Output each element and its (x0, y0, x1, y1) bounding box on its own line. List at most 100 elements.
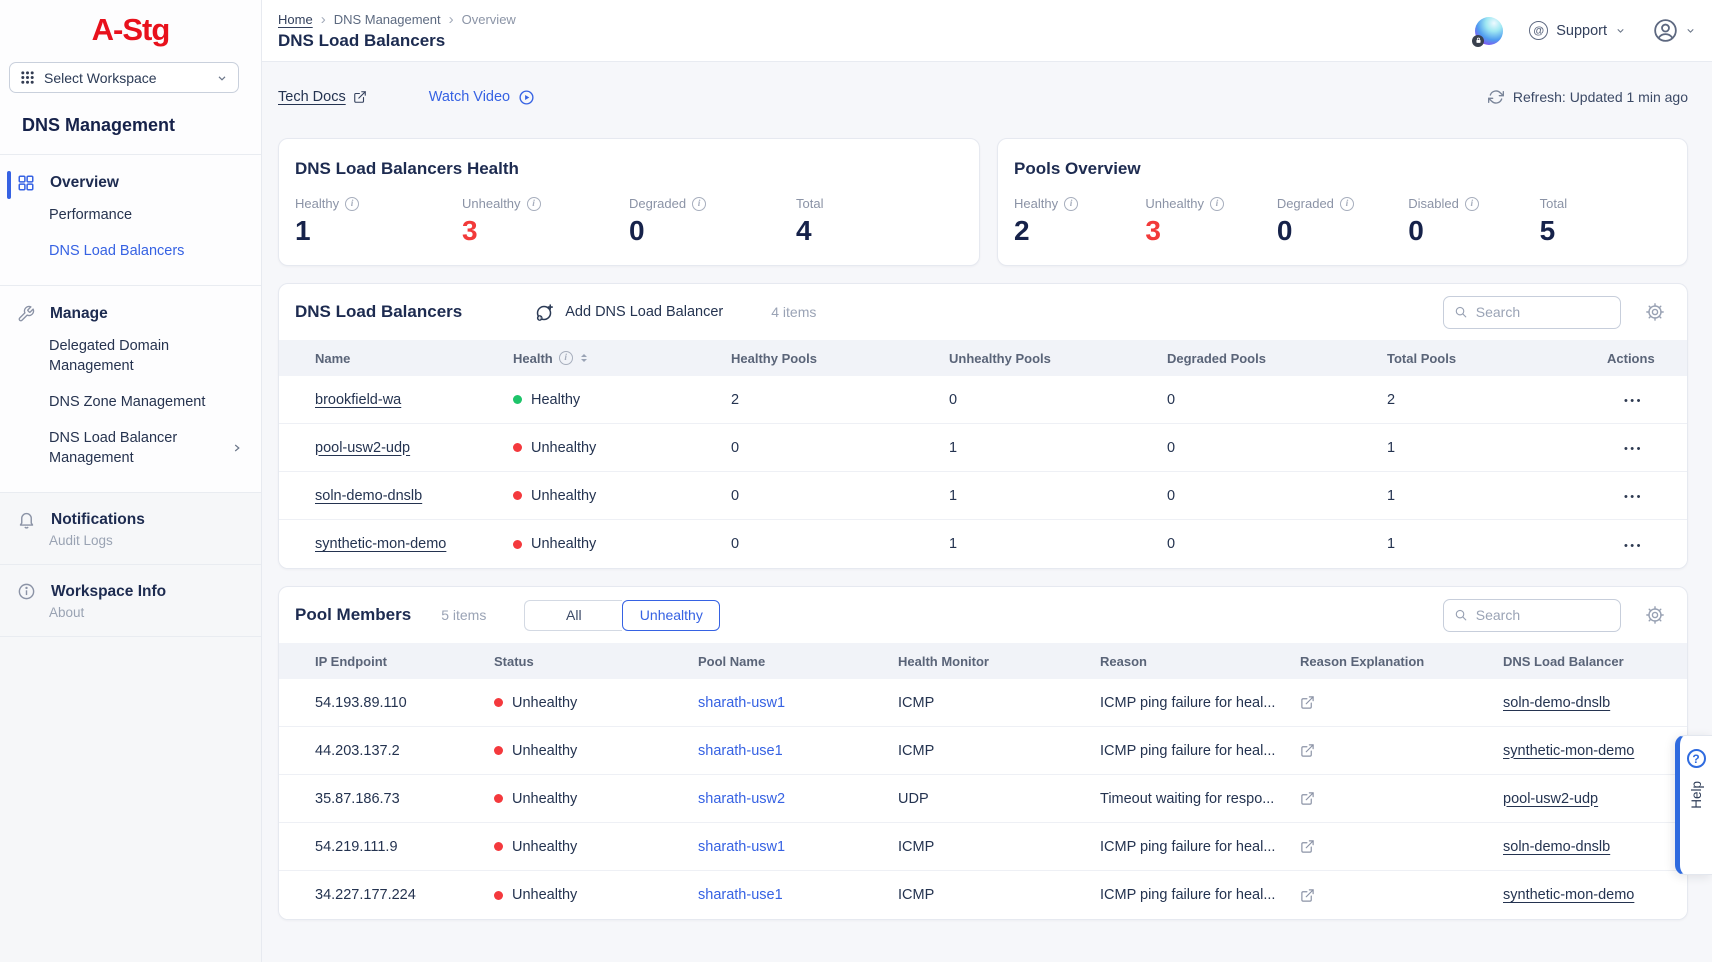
column-header-name[interactable]: Name (315, 351, 513, 366)
refresh-button[interactable]: Refresh: Updated 1 min ago (1488, 89, 1688, 105)
account-menu[interactable] (1652, 17, 1696, 44)
reason-explanation-link[interactable] (1300, 791, 1503, 806)
info-circle-icon[interactable] (559, 351, 573, 365)
healthy-pools-cell: 0 (731, 488, 949, 504)
dns-lb-link[interactable]: soln-demo-dnslb (1503, 839, 1657, 855)
items-count: 4 items (771, 304, 816, 320)
row-actions-button[interactable] (1607, 537, 1643, 552)
tech-docs-link[interactable]: Tech Docs (278, 89, 367, 105)
external-link-icon (1300, 743, 1315, 758)
pm-table-settings-button[interactable] (1645, 605, 1665, 625)
sidebar-item-manage[interactable]: Manage (0, 300, 261, 328)
pool-name-link[interactable]: sharath-use1 (698, 887, 898, 903)
refresh-label: Refresh: Updated 1 min ago (1513, 89, 1688, 105)
info-circle-icon[interactable] (527, 197, 541, 211)
stat-value: 0 (1277, 216, 1408, 246)
sidebar-item-dns-load-balancers[interactable]: DNS Load Balancers (0, 233, 261, 269)
chevron-down-icon (1615, 25, 1626, 36)
dns-lb-link[interactable]: soln-demo-dnslb (1503, 695, 1657, 711)
info-circle-icon[interactable] (692, 197, 706, 211)
add-dns-load-balancer-button[interactable]: Add DNS Load Balancer (534, 302, 723, 323)
pool-name-link[interactable]: sharath-usw1 (698, 695, 898, 711)
row-actions-button[interactable] (1607, 488, 1643, 503)
support-menu[interactable]: Support (1529, 21, 1626, 40)
breadcrumb-separator-icon (321, 11, 326, 28)
sidebar-bottom: Notifications Audit Logs Workspace Info … (0, 492, 261, 962)
column-header-actions: Actions (1607, 351, 1655, 366)
sidebar-item-performance[interactable]: Performance (0, 197, 261, 233)
reason-explanation-link[interactable] (1300, 888, 1503, 903)
top-bar: Home DNS Management Overview DNS Load Ba… (262, 0, 1712, 62)
lb-name-link[interactable]: brookfield-wa (315, 392, 513, 408)
column-header-dns-load-balancer[interactable]: DNS Load Balancer (1503, 654, 1657, 669)
column-header-status[interactable]: Status (494, 654, 698, 669)
unhealthy-dot-icon (494, 794, 503, 803)
column-header-reason[interactable]: Reason (1100, 654, 1300, 669)
row-actions-button[interactable] (1607, 392, 1643, 407)
reason-explanation-link[interactable] (1300, 743, 1503, 758)
column-header-healthy-pools[interactable]: Healthy Pools (731, 351, 949, 366)
pool-name-link[interactable]: sharath-usw1 (698, 839, 898, 855)
column-header-unhealthy-pools[interactable]: Unhealthy Pools (949, 351, 1167, 366)
stat-value: 5 (1540, 216, 1671, 246)
lb-name-link[interactable]: soln-demo-dnslb (315, 488, 513, 504)
pm-search-input[interactable] (1476, 607, 1610, 623)
row-actions-button[interactable] (1607, 440, 1643, 455)
topbar-actions: Support (1475, 17, 1696, 45)
lb-name-link[interactable]: pool-usw2-udp (315, 440, 513, 456)
reason-cell: ICMP ping failure for heal... (1100, 839, 1300, 855)
column-header-health-monitor[interactable]: Health Monitor (898, 654, 1100, 669)
chevron-right-icon (231, 442, 243, 454)
watch-video-link[interactable]: Watch Video (429, 89, 535, 106)
assistant-orb-avatar[interactable] (1475, 17, 1503, 45)
help-widget[interactable]: Help (1675, 735, 1712, 875)
lb-name-link[interactable]: synthetic-mon-demo (315, 536, 513, 552)
column-header-degraded-pools[interactable]: Degraded Pools (1167, 351, 1387, 366)
pool-name-link[interactable]: sharath-usw2 (698, 791, 898, 807)
sidebar-item-delegated-domain-management[interactable]: Delegated Domain Management (0, 328, 215, 384)
unhealthy-pools-cell: 1 (949, 488, 1167, 504)
workspace-selector-label: Select Workspace (44, 70, 207, 86)
page-toolbar: Tech Docs Watch Video Refresh: Updated 1… (278, 81, 1688, 113)
reason-explanation-link[interactable] (1300, 839, 1503, 854)
column-header-reason-explanation[interactable]: Reason Explanation (1300, 654, 1503, 669)
lb-search-input[interactable] (1476, 304, 1610, 320)
sidebar-item-dns-load-balancer-management[interactable]: DNS Load Balancer Management (0, 420, 200, 476)
dns-lb-link[interactable]: synthetic-mon-demo (1503, 887, 1657, 903)
breadcrumb-overview: Overview (462, 12, 516, 27)
reason-explanation-link[interactable] (1300, 695, 1503, 710)
breadcrumb-home[interactable]: Home (278, 12, 313, 27)
info-circle-icon[interactable] (1340, 197, 1354, 211)
column-header-pool-name[interactable]: Pool Name (698, 654, 898, 669)
sidebar-item-workspace-info[interactable]: Workspace Info (0, 578, 261, 603)
sidebar-item-notifications[interactable]: Notifications (0, 506, 261, 531)
dns-lb-link[interactable]: pool-usw2-udp (1503, 791, 1657, 807)
info-circle-icon[interactable] (1210, 197, 1224, 211)
lb-table-settings-button[interactable] (1645, 302, 1665, 322)
unhealthy-pools-cell: 0 (949, 392, 1167, 408)
sidebar-item-about[interactable]: About (0, 603, 261, 624)
column-header-label: Health (513, 351, 553, 366)
sidebar-item-dns-zone-management[interactable]: DNS Zone Management (0, 384, 261, 420)
info-circle-icon[interactable] (1465, 197, 1479, 211)
gear-icon (1645, 605, 1665, 625)
health-label: Healthy (531, 392, 580, 408)
workspace-selector[interactable]: Select Workspace (9, 62, 239, 93)
sidebar-item-audit-logs[interactable]: Audit Logs (0, 531, 261, 552)
pool-name-link[interactable]: sharath-use1 (698, 743, 898, 759)
info-circle-icon[interactable] (345, 197, 359, 211)
tab-all[interactable]: All (524, 600, 622, 631)
breadcrumb-dns-management[interactable]: DNS Management (334, 12, 441, 27)
table-header: Pool Members 5 items All Unhealthy (279, 587, 1687, 643)
dns-lb-link[interactable]: synthetic-mon-demo (1503, 743, 1657, 759)
sort-icon[interactable] (581, 351, 587, 365)
info-circle-icon[interactable] (1064, 197, 1078, 211)
column-header-total-pools[interactable]: Total Pools (1387, 351, 1607, 366)
status-label: Unhealthy (512, 839, 577, 855)
stat-label: Healthy (295, 196, 339, 211)
column-header-health[interactable]: Health (513, 351, 731, 366)
unhealthy-dot-icon (513, 443, 522, 452)
column-header-ip-endpoint[interactable]: IP Endpoint (315, 654, 494, 669)
sidebar-item-overview[interactable]: Overview (0, 169, 261, 197)
tab-unhealthy[interactable]: Unhealthy (622, 600, 720, 631)
